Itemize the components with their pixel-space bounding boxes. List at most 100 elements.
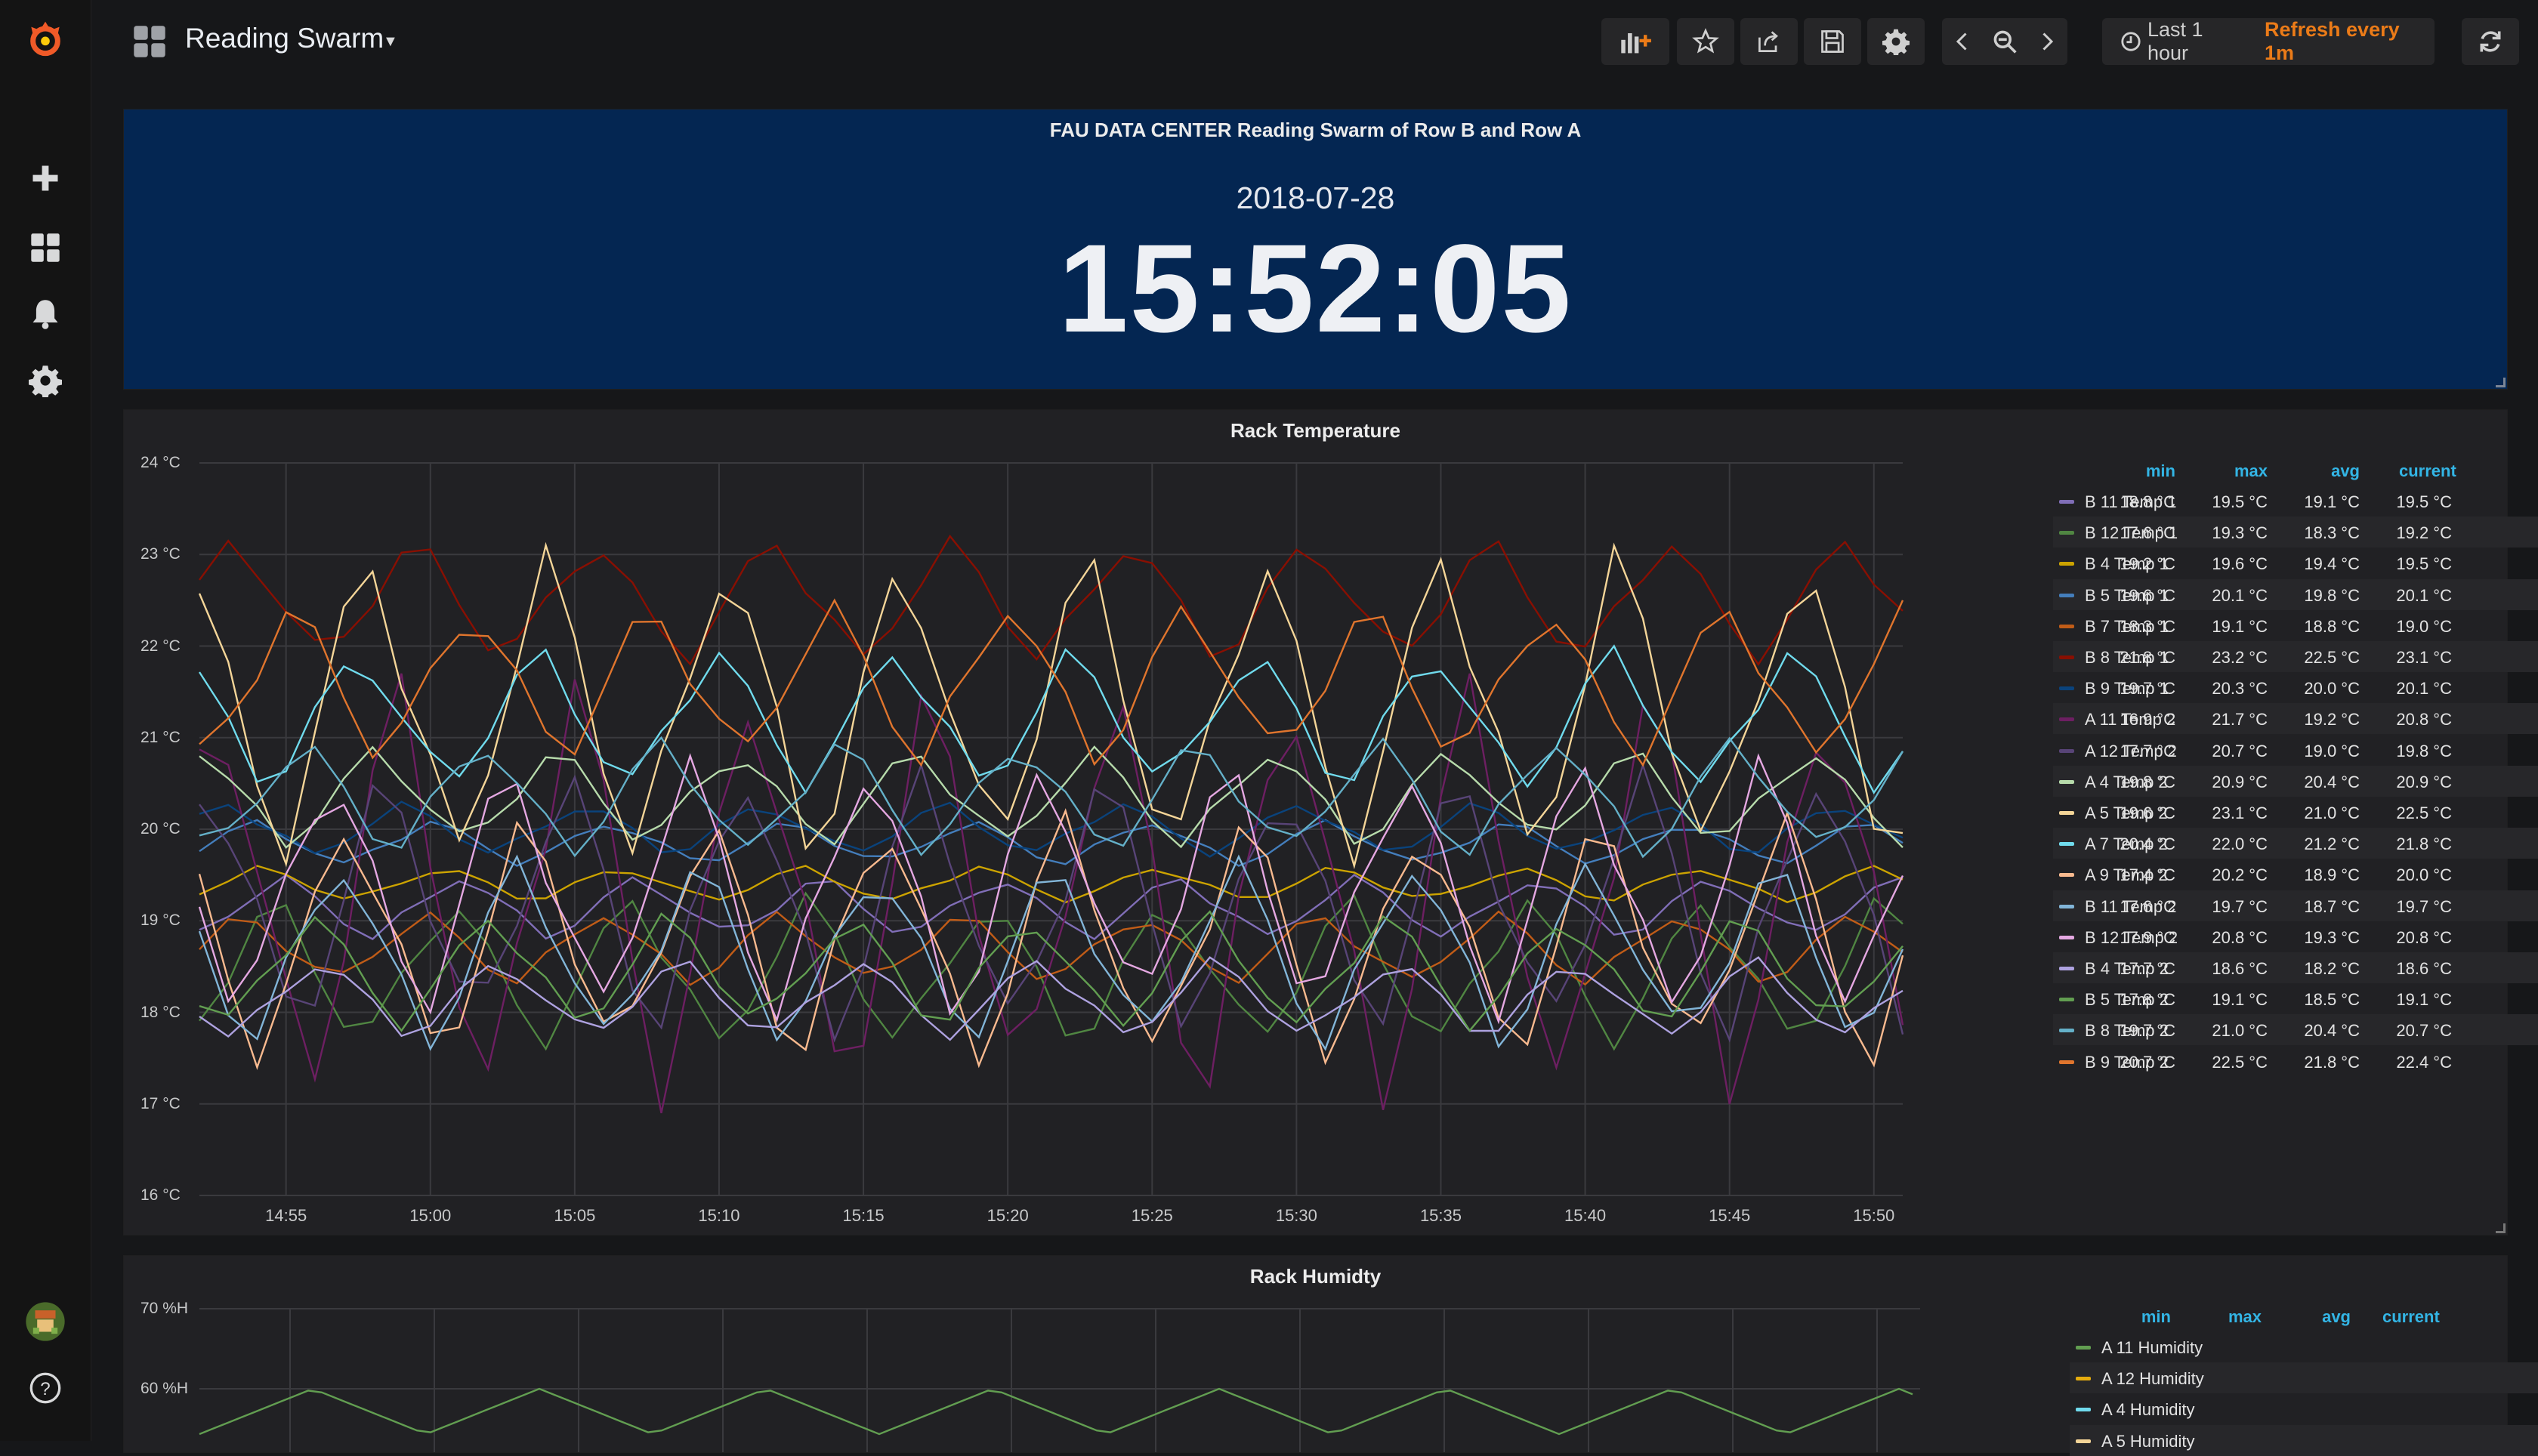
legend-series-name[interactable]: A 12 Humidity bbox=[2101, 1369, 2204, 1389]
legend-avg-value: 19.4 °C bbox=[2304, 554, 2360, 574]
legend-column-header[interactable]: max bbox=[2209, 1307, 2262, 1327]
x-tick-label: 15:10 bbox=[698, 1206, 740, 1225]
legend-min-value: 19.2 °C bbox=[2120, 554, 2175, 574]
bell-icon[interactable] bbox=[23, 292, 68, 337]
y-tick-label: 23 °C bbox=[140, 545, 181, 563]
legend-min-value: 21.8 °C bbox=[2120, 648, 2175, 667]
temperature-graph[interactable] bbox=[124, 410, 2058, 1233]
legend-row[interactable]: A 4 Humidity bbox=[2070, 1393, 2538, 1424]
legend-min-value: 17.9 °C bbox=[2120, 927, 2175, 947]
legend-row[interactable]: B 12 Temp 1 17.6 °C 19.3 °C 18.3 °C 19.2 °C bbox=[2053, 517, 2538, 548]
legend-swatch bbox=[2059, 686, 2074, 691]
clock-time: 15:52:05 bbox=[1058, 219, 1573, 359]
star-button[interactable] bbox=[1677, 18, 1734, 65]
legend-column-header[interactable]: avg bbox=[2307, 461, 2360, 481]
legend-max-value: 20.7 °C bbox=[2212, 741, 2268, 760]
legend-row[interactable]: B 11 Temp 2 17.6 °C 19.7 °C 18.7 °C 19.7 °C bbox=[2053, 890, 2538, 921]
humidity-graph[interactable] bbox=[124, 1256, 2073, 1452]
legend-row[interactable]: B 8 Temp 1 21.8 °C 23.2 °C 22.5 °C 23.1 °C bbox=[2053, 641, 2538, 672]
legend-min-value: 19.6 °C bbox=[2120, 585, 2175, 605]
legend-column-header[interactable]: avg bbox=[2298, 1307, 2351, 1327]
chevron-down-icon[interactable]: ▼ bbox=[383, 33, 398, 51]
legend-current-value: 20.8 °C bbox=[2396, 927, 2452, 947]
save-icon bbox=[1821, 30, 1844, 53]
y-tick-label: 60 %H bbox=[140, 1380, 189, 1397]
legend-max-value: 23.1 °C bbox=[2212, 804, 2268, 822]
gear-icon[interactable] bbox=[23, 358, 68, 403]
legend-swatch bbox=[2059, 748, 2074, 753]
legend-row[interactable]: B 7 Temp 1 18.3 °C 19.1 °C 18.8 °C 19.0 °C bbox=[2053, 610, 2538, 641]
legend-row[interactable]: A 7 Temp 2 20.4 °C 22.0 °C 21.2 °C 21.8 °C bbox=[2053, 828, 2538, 859]
help-icon[interactable]: ? bbox=[23, 1365, 68, 1411]
legend-row[interactable]: A 4 Temp 2 19.8 °C 20.9 °C 20.4 °C 20.9 °C bbox=[2053, 765, 2538, 797]
legend-max-value: 22.5 °C bbox=[2212, 1052, 2268, 1072]
legend-row[interactable]: B 8 Temp 2 19.7 °C 21.0 °C 20.4 °C 20.7 °C bbox=[2053, 1014, 2538, 1046]
legend-min-value: 17.6 °C bbox=[2120, 896, 2175, 916]
add-panel-button[interactable] bbox=[1601, 18, 1669, 65]
y-tick-label: 70 %H bbox=[140, 1300, 189, 1317]
legend-series-name[interactable]: A 5 Humidity bbox=[2101, 1432, 2195, 1451]
share-button[interactable] bbox=[1740, 18, 1798, 65]
legend-column-header[interactable]: current bbox=[2382, 1307, 2440, 1327]
legend-row[interactable]: B 9 Temp 1 19.7 °C 20.3 °C 20.0 °C 20.1 °C bbox=[2053, 672, 2538, 703]
chevron-right-icon[interactable] bbox=[2036, 28, 2058, 55]
settings-button[interactable] bbox=[1867, 18, 1925, 65]
legend-row[interactable]: A 11 Humidity bbox=[2070, 1331, 2538, 1362]
legend-column-header[interactable]: min bbox=[2118, 1307, 2171, 1327]
legend-column-header[interactable]: min bbox=[2123, 461, 2175, 481]
side-menu: ? bbox=[0, 0, 91, 1441]
dashboard-grid-icon[interactable] bbox=[132, 24, 167, 59]
series-line bbox=[199, 673, 1904, 1114]
grafana-logo-icon[interactable] bbox=[23, 17, 68, 62]
x-tick-label: 15:30 bbox=[1275, 1206, 1317, 1225]
dashboards-icon[interactable] bbox=[23, 225, 68, 270]
legend-column-header[interactable]: max bbox=[2215, 461, 2268, 481]
legend-row[interactable]: B 9 Temp 2 20.7 °C 22.5 °C 21.8 °C 22.4 °C bbox=[2053, 1046, 2538, 1077]
legend-min-value: 17.7 °C bbox=[2120, 959, 2175, 978]
legend-series-name[interactable]: A 11 Humidity bbox=[2101, 1338, 2203, 1358]
legend-row[interactable]: A 5 Temp 2 19.6 °C 23.1 °C 21.0 °C 22.5 °C bbox=[2053, 797, 2538, 828]
legend-current-value: 22.4 °C bbox=[2396, 1052, 2452, 1072]
legend-row[interactable]: B 4 Temp 2 17.7 °C 18.6 °C 18.2 °C 18.6 °C bbox=[2053, 952, 2538, 983]
chevron-left-icon[interactable] bbox=[1951, 28, 1974, 55]
dashboard-title[interactable]: Reading Swarm bbox=[185, 23, 384, 54]
legend-row[interactable]: B 11 Temp 1 18.8 °C 19.5 °C 19.1 °C 19.5 °C bbox=[2053, 486, 2538, 517]
legend-max-value: 19.6 °C bbox=[2212, 554, 2268, 574]
top-navbar: Reading Swarm ▼ Last 1 hour Refresh ever… bbox=[91, 0, 2538, 85]
legend-swatch bbox=[2059, 935, 2074, 939]
legend-swatch bbox=[2076, 1377, 2091, 1381]
legend-row[interactable]: A 5 Humidity bbox=[2070, 1424, 2538, 1456]
legend-current-value: 20.1 °C bbox=[2396, 585, 2452, 605]
legend-max-value: 20.3 °C bbox=[2212, 679, 2268, 699]
legend-series-name[interactable]: A 4 Humidity bbox=[2101, 1400, 2195, 1420]
refresh-button[interactable] bbox=[2462, 18, 2519, 65]
gear-icon bbox=[1882, 29, 1910, 55]
resize-handle[interactable] bbox=[2496, 378, 2506, 387]
series-line bbox=[199, 762, 1904, 1043]
legend-swatch bbox=[2059, 717, 2074, 722]
legend-row[interactable]: A 12 Temp 2 17.7 °C 20.7 °C 19.0 °C 19.8 °C bbox=[2053, 735, 2538, 766]
legend-row[interactable]: A 9 Temp 2 17.4 °C 20.2 °C 18.9 °C 20.0 °C bbox=[2053, 859, 2538, 890]
legend-row[interactable]: B 5 Temp 2 17.8 °C 19.1 °C 18.5 °C 19.1 °C bbox=[2053, 983, 2538, 1014]
refresh-icon bbox=[2480, 31, 2501, 52]
legend-row[interactable]: A 11 Temp 2 16.9 °C 21.7 °C 19.2 °C 20.8 °C bbox=[2053, 703, 2538, 735]
avatar[interactable] bbox=[23, 1299, 68, 1344]
legend-current-value: 20.9 °C bbox=[2396, 772, 2452, 791]
time-range-picker[interactable]: Last 1 hour Refresh every 1m bbox=[2102, 18, 2435, 65]
legend-row[interactable]: B 5 Temp 1 19.6 °C 20.1 °C 19.8 °C 20.1 °C bbox=[2053, 578, 2538, 610]
save-button[interactable] bbox=[1804, 18, 1861, 65]
x-tick-label: 15:50 bbox=[1853, 1206, 1895, 1225]
legend-row[interactable]: B 12 Temp 2 17.9 °C 20.8 °C 19.3 °C 20.8 °C bbox=[2053, 921, 2538, 952]
resize-handle[interactable] bbox=[2496, 1223, 2506, 1233]
legend-row[interactable]: B 4 Temp 1 19.2 °C 19.6 °C 19.4 °C 19.5 °C bbox=[2053, 548, 2538, 578]
legend-current-value: 19.5 °C bbox=[2396, 554, 2452, 574]
legend-column-header[interactable]: current bbox=[2399, 461, 2456, 481]
legend-max-value: 20.8 °C bbox=[2212, 927, 2268, 947]
legend-row[interactable]: A 12 Humidity bbox=[2070, 1362, 2538, 1394]
plus-icon[interactable] bbox=[23, 156, 68, 201]
legend-swatch bbox=[2059, 811, 2074, 815]
legend-current-value: 20.7 °C bbox=[2396, 1021, 2452, 1041]
zoom-out-icon[interactable] bbox=[1991, 28, 2018, 55]
legend-swatch bbox=[2059, 904, 2074, 908]
legend-swatch bbox=[2059, 624, 2074, 628]
